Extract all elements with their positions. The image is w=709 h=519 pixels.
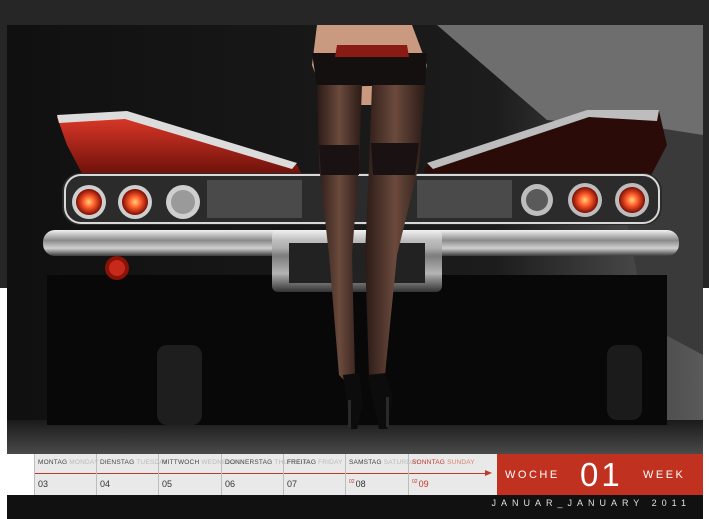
month-year-label: JANUAR_JANUARY 2011: [491, 498, 691, 508]
day-sunday: SONNTAG SUNDAY 0209: [408, 454, 498, 495]
day-name-en: SUNDAY: [447, 459, 475, 466]
photo-illustration: [7, 25, 703, 454]
day-number-value: 06: [225, 479, 236, 489]
day-number-value: 05: [162, 479, 173, 489]
day-name-de: MONTAG: [38, 459, 68, 466]
week-number: 01: [580, 456, 623, 493]
calendar-photo: [7, 25, 703, 454]
day-friday: FREITAG FRIDAY 07: [283, 454, 346, 495]
day-name-de: FREITAG: [287, 459, 317, 466]
day-name: FREITAG FRIDAY: [287, 459, 343, 466]
calendar-page: MONTAG MONDAY 03 DIENSTAG TUESDAY 04 MIT…: [0, 0, 709, 519]
day-number: 05: [162, 479, 172, 489]
day-number-value: 03: [38, 479, 49, 489]
footer-bar: JANUAR_JANUARY 2011: [7, 495, 703, 519]
day-number: 0209: [412, 479, 429, 489]
day-wednesday: MITTWOCH WEDNESDAY 05: [158, 454, 244, 495]
day-name: MONTAG MONDAY: [38, 459, 99, 466]
day-name-de: DONNERSTAG: [225, 459, 273, 466]
day-saturday: SAMSTAG SATURDAY 0208: [345, 454, 420, 495]
day-number: 0208: [349, 479, 366, 489]
day-number: 04: [100, 479, 110, 489]
week-box: WOCHE 01 WEEK: [497, 454, 703, 495]
day-number: 06: [225, 479, 235, 489]
day-name-en: MONDAY: [69, 459, 99, 466]
day-mark: 02: [349, 479, 355, 485]
week-label-de: WOCHE: [505, 469, 560, 481]
day-name-en: FRIDAY: [318, 459, 343, 466]
day-monday: MONTAG MONDAY 03: [34, 454, 99, 495]
day-number: 03: [38, 479, 48, 489]
week-day-strip: MONTAG MONDAY 03 DIENSTAG TUESDAY 04 MIT…: [34, 454, 497, 495]
day-name-de: SAMSTAG: [349, 459, 382, 466]
day-number-value: 08: [355, 479, 366, 489]
week-label-en: WEEK: [643, 469, 686, 481]
day-name: SONNTAG SUNDAY: [412, 459, 475, 466]
day-thursday: DONNERSTAG THURSDAY 06: [221, 454, 311, 495]
day-number-value: 07: [287, 479, 298, 489]
day-number-value: 09: [418, 479, 429, 489]
day-number-value: 04: [100, 479, 111, 489]
day-tuesday: DIENSTAG TUESDAY 04: [96, 454, 168, 495]
day-number: 07: [287, 479, 297, 489]
day-name-de: MITTWOCH: [162, 459, 200, 466]
day-mark: 02: [412, 479, 418, 485]
day-name-de: DIENSTAG: [100, 459, 135, 466]
day-name-de: SONNTAG: [412, 459, 446, 466]
